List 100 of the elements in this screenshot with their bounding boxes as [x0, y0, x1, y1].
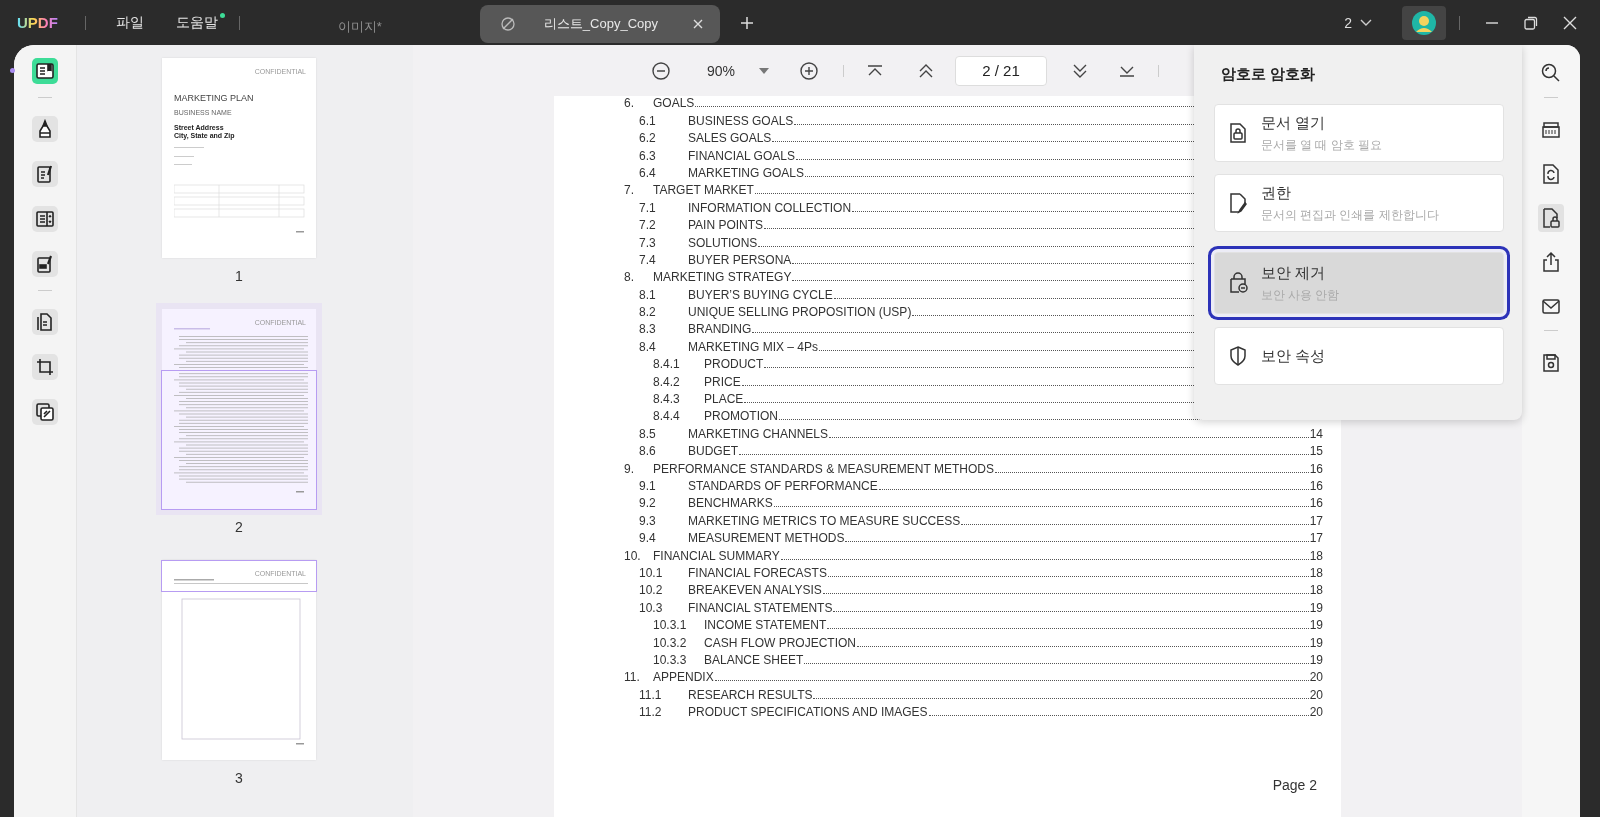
first-page-icon[interactable]: [866, 63, 885, 78]
section-number: 9.1: [639, 479, 657, 494]
section-number: 10.3: [639, 600, 664, 616]
close-icon[interactable]: [1563, 15, 1577, 30]
section-number: 8.3: [639, 322, 657, 338]
account-button[interactable]: [1402, 5, 1446, 40]
zoom-out-icon[interactable]: [651, 60, 671, 81]
section-number: 6.1: [639, 113, 657, 129]
section-title: FINANCIAL STATEMENTS: [688, 600, 833, 616]
section-number: 9.2: [639, 496, 657, 512]
page-input[interactable]: 2 / 21: [955, 55, 1048, 86]
section-number: 7.4: [639, 252, 657, 268]
status-dot: [10, 68, 15, 73]
section-number: 7.3: [639, 235, 657, 251]
menu-item[interactable]: 도움말: [173, 13, 220, 32]
document-icon: [34, 60, 56, 82]
section-title: MARKETING METRICS TO MEASURE SUCCESS: [688, 513, 961, 529]
document-tool[interactable]: [32, 58, 58, 84]
page-reference: 20: [1309, 687, 1323, 703]
copy-tool[interactable]: [32, 399, 58, 425]
document-tab[interactable]: 이미지*: [239, 9, 480, 45]
option-title: 보안 제거: [1261, 263, 1327, 283]
section-title: PROMOTION: [704, 409, 778, 425]
section-title: BENCHMARKS: [688, 496, 773, 512]
section-number: 8.4: [639, 339, 657, 355]
page-number: 1: [235, 268, 243, 284]
page-reference: 18: [1309, 548, 1323, 564]
shield-icon: [1228, 345, 1248, 367]
section-number: 11.1: [639, 687, 663, 703]
section-title: MARKETING GOALS: [688, 165, 805, 181]
option-title: 권한: [1261, 183, 1292, 203]
page-reference: 18: [1309, 565, 1323, 581]
page-reference: 17: [1309, 531, 1323, 547]
section-number: 8.: [624, 270, 635, 286]
menu-title: 암호로 암호화: [1221, 65, 1317, 84]
marker-tool[interactable]: [32, 116, 58, 142]
edit-tool[interactable]: [32, 161, 58, 187]
crop-tool[interactable]: [32, 354, 58, 380]
close-icon[interactable]: [691, 18, 704, 30]
section-title: BALANCE SHEET: [704, 652, 804, 668]
page-reference: 19: [1309, 600, 1323, 616]
chevron-down-icon[interactable]: [1360, 18, 1372, 27]
section-title: FINANCIAL GOALS: [688, 148, 795, 164]
window-count[interactable]: 2: [1344, 14, 1352, 31]
section-number: 10.3.1: [653, 618, 688, 634]
section-title: APPENDIX: [653, 670, 714, 686]
option-title: 문서 열기: [1261, 113, 1327, 133]
section-number: 9.3: [639, 513, 657, 529]
menu-option[interactable]: 권한 문서의 편집과 인쇄를 제한합니다: [1214, 174, 1504, 232]
section-title: PRODUCT: [704, 357, 764, 373]
section-title: PAIN POINTS: [688, 218, 764, 234]
page-reference: 20: [1309, 705, 1323, 721]
section-number: 8.4.1: [653, 357, 681, 373]
section-title: UNIQUE SELLING PROPOSITION (USP): [688, 305, 912, 321]
lock-file-icon[interactable]: [1538, 204, 1564, 232]
section-title: STANDARDS OF PERFORMANCE: [688, 479, 878, 494]
sign-tool[interactable]: [32, 251, 58, 277]
section-number: 11.: [624, 670, 641, 686]
section-title: FINANCIAL SUMMARY: [653, 548, 780, 564]
section-title: SOLUTIONS: [688, 235, 758, 251]
section-title: BUYER’S BUYING CYCLE: [688, 287, 833, 303]
page-reference: 15: [1309, 444, 1323, 460]
thumbnail-title: MARKETING PLAN: [174, 93, 255, 103]
document-tab[interactable]: 리스트_Copy_Copy: [479, 5, 720, 43]
section-title: PRODUCT SPECIFICATIONS AND IMAGES: [688, 705, 928, 721]
section-number: 8.6: [639, 444, 657, 460]
menu-option[interactable]: 보안 속성: [1214, 327, 1504, 385]
page-reference: 19: [1309, 618, 1323, 634]
avatar-icon: [1412, 10, 1436, 35]
option-title: 보안 속성: [1261, 346, 1326, 366]
page-reference: 19: [1309, 652, 1323, 668]
page-footer: Page 2: [1272, 777, 1317, 793]
copy-icon: [34, 401, 56, 423]
section-number: 8.2: [639, 305, 657, 321]
section-title: INCOME STATEMENT: [704, 618, 827, 634]
section-title: GOALS: [653, 96, 695, 112]
section-number: 6.2: [639, 131, 657, 147]
section-title: BUSINESS GOALS: [688, 113, 794, 129]
crop-icon: [34, 356, 56, 378]
edit-file-icon: [1228, 192, 1248, 214]
section-title: TARGET MARKET: [653, 183, 754, 199]
pages-tool[interactable]: [32, 309, 58, 335]
section-number: 8.5: [639, 426, 657, 442]
section-number: 11.2: [639, 705, 663, 721]
caret-icon[interactable]: [759, 67, 770, 74]
section-number: 10.2: [639, 583, 664, 599]
menu-item[interactable]: 파일: [113, 13, 146, 32]
section-title: RESEARCH RESULTS: [688, 687, 813, 703]
section-title: CASH FLOW PROJECTION: [704, 635, 856, 651]
restore-icon[interactable]: [1524, 15, 1538, 30]
page-number: 2: [235, 519, 243, 535]
menu-option[interactable]: 문서 열기 문서를 열 때 암호 필요: [1214, 104, 1504, 162]
form-icon: [34, 208, 56, 230]
zoom-in-icon[interactable]: [799, 60, 820, 81]
form-tool[interactable]: [32, 206, 58, 232]
lock-file-icon: [1228, 122, 1248, 144]
zoom-level[interactable]: 90%: [707, 62, 736, 79]
section-number: 7.: [624, 183, 635, 199]
section-title: SALES GOALS: [688, 131, 772, 147]
add-tab-icon[interactable]: [739, 15, 754, 30]
